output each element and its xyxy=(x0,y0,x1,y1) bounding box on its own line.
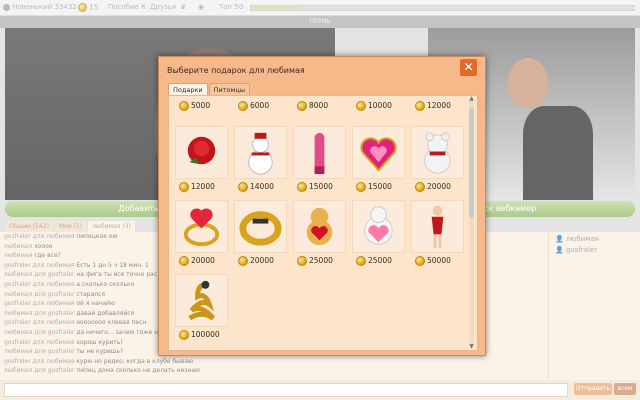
coin-icon xyxy=(415,182,425,192)
coin-icon xyxy=(179,182,189,192)
gift-item[interactable]: 100000 xyxy=(175,274,228,343)
gift-picture[interactable] xyxy=(234,126,287,179)
gift-item[interactable]: 14000 xyxy=(234,126,287,195)
gift-price-value: 20000 xyxy=(427,182,451,191)
gift-price-value: 15000 xyxy=(309,182,333,191)
dialog-title: Выберите подарок для любимая xyxy=(167,66,305,75)
gift-price-value: 6000 xyxy=(250,101,270,110)
bear-with-pillow-icon xyxy=(353,206,404,254)
heart-ring-icon xyxy=(176,208,227,254)
gift-price-value: 100000 xyxy=(191,330,220,339)
gift-grid: ▲ ▼ 5000 6000 8000 10000 12000 12000 14000 1500… xyxy=(168,95,478,351)
gold-snake-icon xyxy=(176,280,227,328)
gift-price: 20000 xyxy=(411,179,464,195)
gift-price: 25000 xyxy=(293,253,346,269)
gift-item[interactable]: 20000 xyxy=(411,126,464,195)
pink-toy-icon xyxy=(294,132,345,180)
gift-item[interactable]: 10000 xyxy=(352,98,405,114)
coin-icon xyxy=(238,256,248,266)
gift-item[interactable]: 25000 xyxy=(293,200,346,269)
gift-picture[interactable] xyxy=(293,200,346,253)
coin-icon xyxy=(179,101,189,111)
gift-price-value: 20000 xyxy=(191,256,215,265)
gift-price-value: 12000 xyxy=(191,182,215,191)
gift-item[interactable]: 50000 xyxy=(411,200,464,269)
gift-picture[interactable] xyxy=(411,200,464,253)
gift-price: 15000 xyxy=(352,179,405,195)
gift-price: 12000 xyxy=(411,98,464,114)
gift-item[interactable]: 6000 xyxy=(234,98,287,114)
bear-with-heart-icon xyxy=(294,207,345,254)
coin-icon xyxy=(415,256,425,266)
gift-price-value: 25000 xyxy=(309,256,333,265)
coin-icon xyxy=(415,101,425,111)
gift-price: 5000 xyxy=(175,98,228,114)
gift-item[interactable]: 12000 xyxy=(175,126,228,195)
gift-item[interactable]: 20000 xyxy=(175,200,228,269)
coin-icon xyxy=(238,182,248,192)
gift-price: 50000 xyxy=(411,253,464,269)
heart-jewel-icon xyxy=(353,137,404,180)
gift-price: 20000 xyxy=(175,253,228,269)
gift-price: 15000 xyxy=(293,179,346,195)
gift-price-value: 25000 xyxy=(368,256,392,265)
gift-picture[interactable] xyxy=(175,274,228,327)
scrollbar-thumb[interactable] xyxy=(469,108,474,218)
gift-price: 14000 xyxy=(234,179,287,195)
gift-price-value: 20000 xyxy=(250,256,274,265)
gift-price: 20000 xyxy=(234,253,287,269)
gift-price: 25000 xyxy=(352,253,405,269)
gift-dialog: Выберите подарок для любимая ✕ Подарки П… xyxy=(158,56,486,356)
teddy-bear-icon xyxy=(412,132,463,180)
coin-icon xyxy=(297,182,307,192)
gift-item[interactable]: 8000 xyxy=(293,98,346,114)
santa-girl-icon xyxy=(412,205,463,254)
coin-icon xyxy=(356,182,366,192)
gift-item[interactable]: 25000 xyxy=(352,200,405,269)
scroll-up-icon[interactable]: ▲ xyxy=(468,96,475,102)
coin-icon xyxy=(356,101,366,111)
gift-price-value: 5000 xyxy=(191,101,211,110)
gift-picture[interactable] xyxy=(352,126,405,179)
coin-icon xyxy=(356,256,366,266)
gift-picture[interactable] xyxy=(234,200,287,253)
gift-item[interactable]: 20000 xyxy=(234,200,287,269)
scrollbar[interactable] xyxy=(469,100,474,344)
rose-icon xyxy=(176,136,227,180)
gift-tabs: Подарки Питомцы xyxy=(168,83,251,96)
gift-picture[interactable] xyxy=(411,126,464,179)
coin-icon xyxy=(297,101,307,111)
gift-price-value: 8000 xyxy=(309,101,329,110)
gift-picture[interactable] xyxy=(175,200,228,253)
close-icon[interactable]: ✕ xyxy=(460,59,477,76)
scroll-down-icon[interactable]: ▼ xyxy=(468,344,475,350)
gift-price-value: 12000 xyxy=(427,101,451,110)
gift-price: 10000 xyxy=(352,98,405,114)
gift-item[interactable]: 15000 xyxy=(352,126,405,195)
gift-price-value: 15000 xyxy=(368,182,392,191)
gift-picture[interactable] xyxy=(293,126,346,179)
coin-icon xyxy=(179,330,189,340)
gift-price: 12000 xyxy=(175,179,228,195)
gift-price: 100000 xyxy=(175,327,228,343)
gift-price-value: 10000 xyxy=(368,101,392,110)
coin-icon xyxy=(297,256,307,266)
gift-price: 6000 xyxy=(234,98,287,114)
coin-icon xyxy=(179,256,189,266)
gold-ring-icon xyxy=(235,211,286,254)
gift-price-value: 50000 xyxy=(427,256,451,265)
gift-picture[interactable] xyxy=(175,126,228,179)
snowman-icon xyxy=(235,132,286,180)
gift-picture[interactable] xyxy=(352,200,405,253)
gift-item[interactable]: 5000 xyxy=(175,98,228,114)
gift-item[interactable]: 12000 xyxy=(411,98,464,114)
gift-price: 8000 xyxy=(293,98,346,114)
gift-price-value: 14000 xyxy=(250,182,274,191)
gift-item[interactable]: 15000 xyxy=(293,126,346,195)
coin-icon xyxy=(238,101,248,111)
